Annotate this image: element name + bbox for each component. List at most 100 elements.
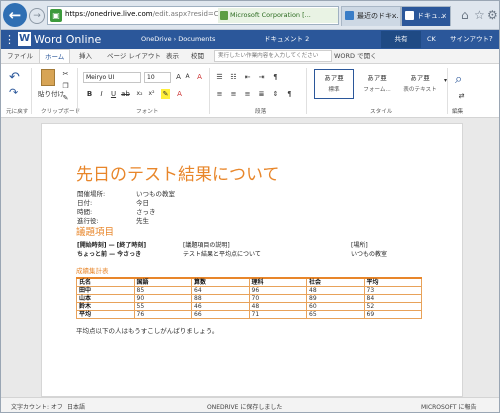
agenda-time-header: [開始時刻] — [終了時刻] xyxy=(77,242,147,249)
tell-me-input[interactable]: 実行したい作業内容を入力してください xyxy=(214,50,332,62)
paste-clipboard-icon[interactable] xyxy=(41,69,55,86)
score-table: 氏名 国語 算数 理科 社会 平均 田中 85 64 96 48 73 山本 9… xyxy=(76,277,422,319)
column-header: 理科 xyxy=(248,277,307,287)
style-normal[interactable]: あア亜 標準 xyxy=(314,69,354,99)
share-button[interactable]: 共有 xyxy=(381,31,421,48)
table-cell: 52 xyxy=(363,302,422,311)
status-bar: 文字カウント: オフ 日本語 ONEDRIVE に保存しました MICROSOF… xyxy=(1,397,499,412)
undo-icon[interactable]: ↶ xyxy=(9,70,20,85)
tab-view[interactable]: 表示 xyxy=(166,49,179,63)
user-name[interactable]: CK xyxy=(427,34,436,45)
style-form[interactable]: あア亜 フォーム... xyxy=(357,69,397,99)
align-center-icon[interactable]: ≡ xyxy=(229,89,238,99)
browser-tab-document[interactable]: ドキュ... × xyxy=(401,6,451,26)
help-icon[interactable]: ? xyxy=(489,34,493,45)
settings-gear-icon[interactable]: ⚙ xyxy=(487,8,498,22)
meta-label: 日付: xyxy=(77,199,93,207)
strikethrough-icon[interactable]: ab xyxy=(121,89,130,99)
clear-format-icon[interactable]: A xyxy=(195,72,204,82)
clipboard-group-label: クリップボード xyxy=(41,109,81,115)
table-cell: 48 xyxy=(248,302,307,311)
tab-page-layout[interactable]: ページ レイアウト xyxy=(107,49,161,63)
align-left-icon[interactable]: ≡ xyxy=(215,89,224,99)
meta-label: 開催場所: xyxy=(77,190,106,198)
cut-icon[interactable]: ✂ xyxy=(61,69,70,79)
language-status[interactable]: 日本語 xyxy=(67,402,85,411)
increase-indent-icon[interactable]: ⇥ xyxy=(257,72,266,82)
style-table-text[interactable]: あア亜 表のテキスト xyxy=(400,69,440,99)
group-divider xyxy=(209,68,210,114)
word-count-status[interactable]: 文字カウント: オフ xyxy=(11,402,63,411)
underline-icon[interactable]: U xyxy=(109,89,118,99)
score-table-heading: 成績集計表 xyxy=(76,267,109,275)
table-cell: 73 xyxy=(363,286,422,295)
column-header: 平均 xyxy=(363,277,422,287)
styles-more-icon[interactable]: ▾ xyxy=(441,76,450,86)
font-name-select[interactable]: Meiryo UI xyxy=(83,72,141,83)
tab-close-icon[interactable]: × xyxy=(391,7,397,25)
table-cell: 田中 xyxy=(76,286,135,295)
font-size-select[interactable]: 10 xyxy=(144,72,171,83)
style-name: フォーム... xyxy=(363,87,391,93)
table-row: 山本 90 88 70 89 84 xyxy=(76,294,422,303)
bold-icon[interactable]: B xyxy=(85,89,94,99)
copy-icon[interactable]: ❐ xyxy=(61,81,70,91)
align-right-icon[interactable]: ≡ xyxy=(243,89,252,99)
style-name: 標準 xyxy=(328,87,340,93)
agenda-place-value: いつもの教室 xyxy=(351,251,388,258)
column-header: 算数 xyxy=(191,277,250,287)
grow-font-icon[interactable]: A xyxy=(174,72,183,82)
column-header: 氏名 xyxy=(76,277,135,287)
back-arrow-icon[interactable]: ← xyxy=(3,3,27,27)
address-bar[interactable]: ▣ https://onedrive.live.com/edit.aspx?re… xyxy=(47,6,339,25)
tab-close-icon[interactable]: × xyxy=(441,7,447,25)
breadcrumb[interactable]: OneDrive › Documents xyxy=(141,34,215,45)
certificate-badge[interactable]: Microsoft Corporation [... xyxy=(218,8,338,23)
superscript-icon[interactable]: x² xyxy=(147,89,156,99)
shrink-font-icon[interactable]: A xyxy=(183,72,192,82)
tab-review[interactable]: 校閲 xyxy=(191,49,204,63)
find-binoculars-icon[interactable]: ⌕ xyxy=(455,72,462,87)
justify-icon[interactable]: ≣ xyxy=(257,89,266,99)
sign-out-link[interactable]: サインアウト xyxy=(450,34,489,45)
format-painter-icon[interactable]: ✎ xyxy=(61,93,70,103)
font-size-value: 10 xyxy=(147,74,155,81)
highlight-icon[interactable]: ✎ xyxy=(161,89,170,99)
group-divider xyxy=(447,68,448,114)
column-header: 社会 xyxy=(306,277,365,287)
app-launcher-icon[interactable]: ⋮⋮ xyxy=(4,33,26,46)
numbering-icon[interactable]: ☷ xyxy=(229,72,238,82)
onedrive-tab-icon xyxy=(345,11,354,20)
font-color-icon[interactable]: A xyxy=(175,89,184,99)
font-name-value: Meiryo UI xyxy=(86,74,115,81)
ltr-icon[interactable]: ¶ xyxy=(271,72,280,82)
line-spacing-icon[interactable]: ⇕ xyxy=(271,89,280,99)
tab-file[interactable]: ファイル xyxy=(7,49,33,63)
document-note: 平均点以下の人はもうすこしがんばりましょう。 xyxy=(76,327,219,335)
favorites-star-icon[interactable]: ☆ xyxy=(474,8,485,22)
edit-group-label: 編集 xyxy=(452,109,464,115)
table-cell: 76 xyxy=(133,310,192,319)
word-logo-icon: W xyxy=(18,32,31,46)
document-title[interactable]: ドキュメント 2 xyxy=(264,34,309,45)
subscript-icon[interactable]: x₂ xyxy=(135,89,144,99)
redo-icon[interactable]: ↷ xyxy=(9,86,18,99)
app-title: Word Online xyxy=(34,33,102,46)
word-tab-icon xyxy=(405,11,414,20)
ribbon-tab-bar: ファイル ホーム 挿入 ページ レイアウト 表示 校閲 実行したい作業内容を入力… xyxy=(1,49,499,63)
replace-icon[interactable]: ⇄ xyxy=(457,91,466,101)
table-cell: 46 xyxy=(191,302,250,311)
tab-insert[interactable]: 挿入 xyxy=(79,49,92,63)
italic-icon[interactable]: I xyxy=(97,89,106,99)
decrease-indent-icon[interactable]: ⇤ xyxy=(243,72,252,82)
feedback-link[interactable]: MICROSOFT に報告 xyxy=(421,402,476,411)
open-in-word-button[interactable]: WORD で開く xyxy=(334,49,377,63)
tab-home[interactable]: ホーム xyxy=(39,49,71,63)
table-cell: 96 xyxy=(248,286,307,295)
paragraph-settings-icon[interactable]: ¶ xyxy=(285,89,294,99)
agenda-desc-value: テスト結果と平均点について xyxy=(183,251,261,258)
bullets-icon[interactable]: ☰ xyxy=(215,72,224,82)
forward-arrow-icon[interactable]: → xyxy=(29,8,45,24)
home-icon[interactable]: ⌂ xyxy=(461,8,469,22)
browser-tab-recent[interactable]: 最近のドキ... × xyxy=(341,6,401,26)
